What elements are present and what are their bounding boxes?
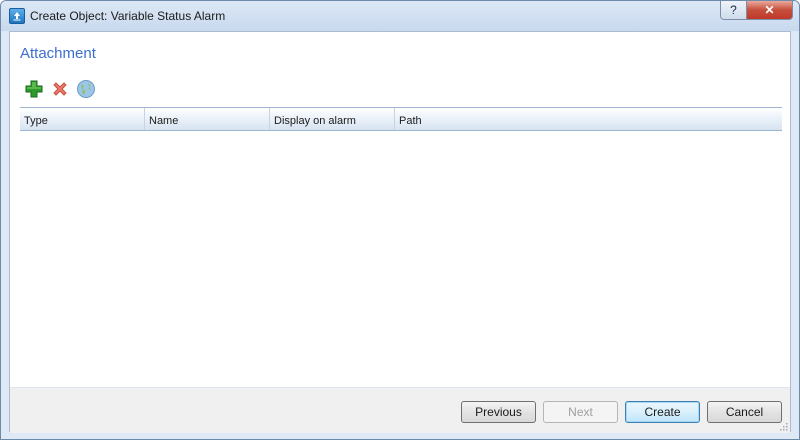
button-bar: Previous Next Create Cancel	[10, 387, 790, 433]
title-bar[interactable]: Create Object: Variable Status Alarm ? ✕	[1, 1, 799, 31]
add-icon	[25, 80, 43, 98]
attachment-toolbar	[24, 79, 96, 99]
window-title: Create Object: Variable Status Alarm	[30, 9, 226, 23]
create-button[interactable]: Create	[625, 401, 700, 423]
add-attachment-button[interactable]	[24, 79, 44, 99]
caption-buttons: ? ✕	[720, 1, 793, 21]
close-button[interactable]: ✕	[747, 1, 793, 20]
section-title: Attachment	[20, 45, 96, 62]
app-icon	[9, 8, 25, 24]
attachment-grid-header: Type Name Display on alarm Path	[20, 107, 782, 131]
help-button[interactable]: ?	[720, 1, 747, 20]
web-link-button[interactable]	[76, 79, 96, 99]
delete-attachment-button[interactable]	[50, 79, 70, 99]
globe-icon	[77, 80, 95, 98]
cancel-button[interactable]: Cancel	[707, 401, 782, 423]
column-header-display-on-alarm[interactable]: Display on alarm	[270, 108, 395, 130]
close-icon: ✕	[764, 3, 775, 17]
dialog-window: Create Object: Variable Status Alarm ? ✕…	[0, 0, 800, 440]
previous-button[interactable]: Previous	[461, 401, 536, 423]
column-header-type[interactable]: Type	[20, 108, 145, 130]
resize-grip-icon[interactable]	[778, 421, 788, 431]
delete-icon	[53, 82, 67, 96]
next-button: Next	[543, 401, 618, 423]
column-header-path[interactable]: Path	[395, 108, 782, 130]
dialog-content: Attachment Type Name Display on alarm Pa…	[9, 31, 791, 433]
column-header-name[interactable]: Name	[145, 108, 270, 130]
